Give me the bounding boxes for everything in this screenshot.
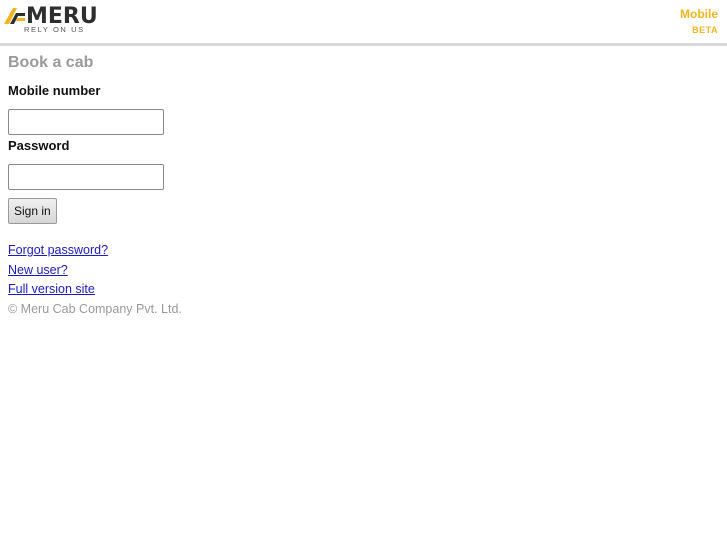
logo-tagline: RELY ON US: [24, 25, 85, 34]
copyright-text: © Meru Cab Company Pvt. Ltd.: [8, 302, 182, 316]
new-user-link[interactable]: New user?: [8, 262, 182, 278]
mobile-number-input[interactable]: [8, 109, 164, 135]
password-input[interactable]: [8, 164, 164, 190]
mobile-label: Mobile: [680, 7, 718, 21]
beta-badge: BETA: [692, 25, 718, 35]
meru-logo[interactable]: MERU RELY ON US: [4, 5, 98, 37]
meru-logo-icon: [4, 8, 25, 24]
header-bar: MERU RELY ON US Mobile BETA: [0, 0, 727, 46]
full-version-site-link[interactable]: Full version site: [8, 281, 182, 297]
mobile-number-label: Mobile number: [8, 83, 101, 98]
forgot-password-link[interactable]: Forgot password?: [8, 242, 182, 258]
password-label: Password: [8, 138, 70, 153]
page-title: Book a cab: [8, 54, 94, 71]
signin-form: Book a cab Mobile number Password Sign i…: [8, 53, 182, 317]
sign-in-button[interactable]: Sign in: [8, 198, 57, 224]
